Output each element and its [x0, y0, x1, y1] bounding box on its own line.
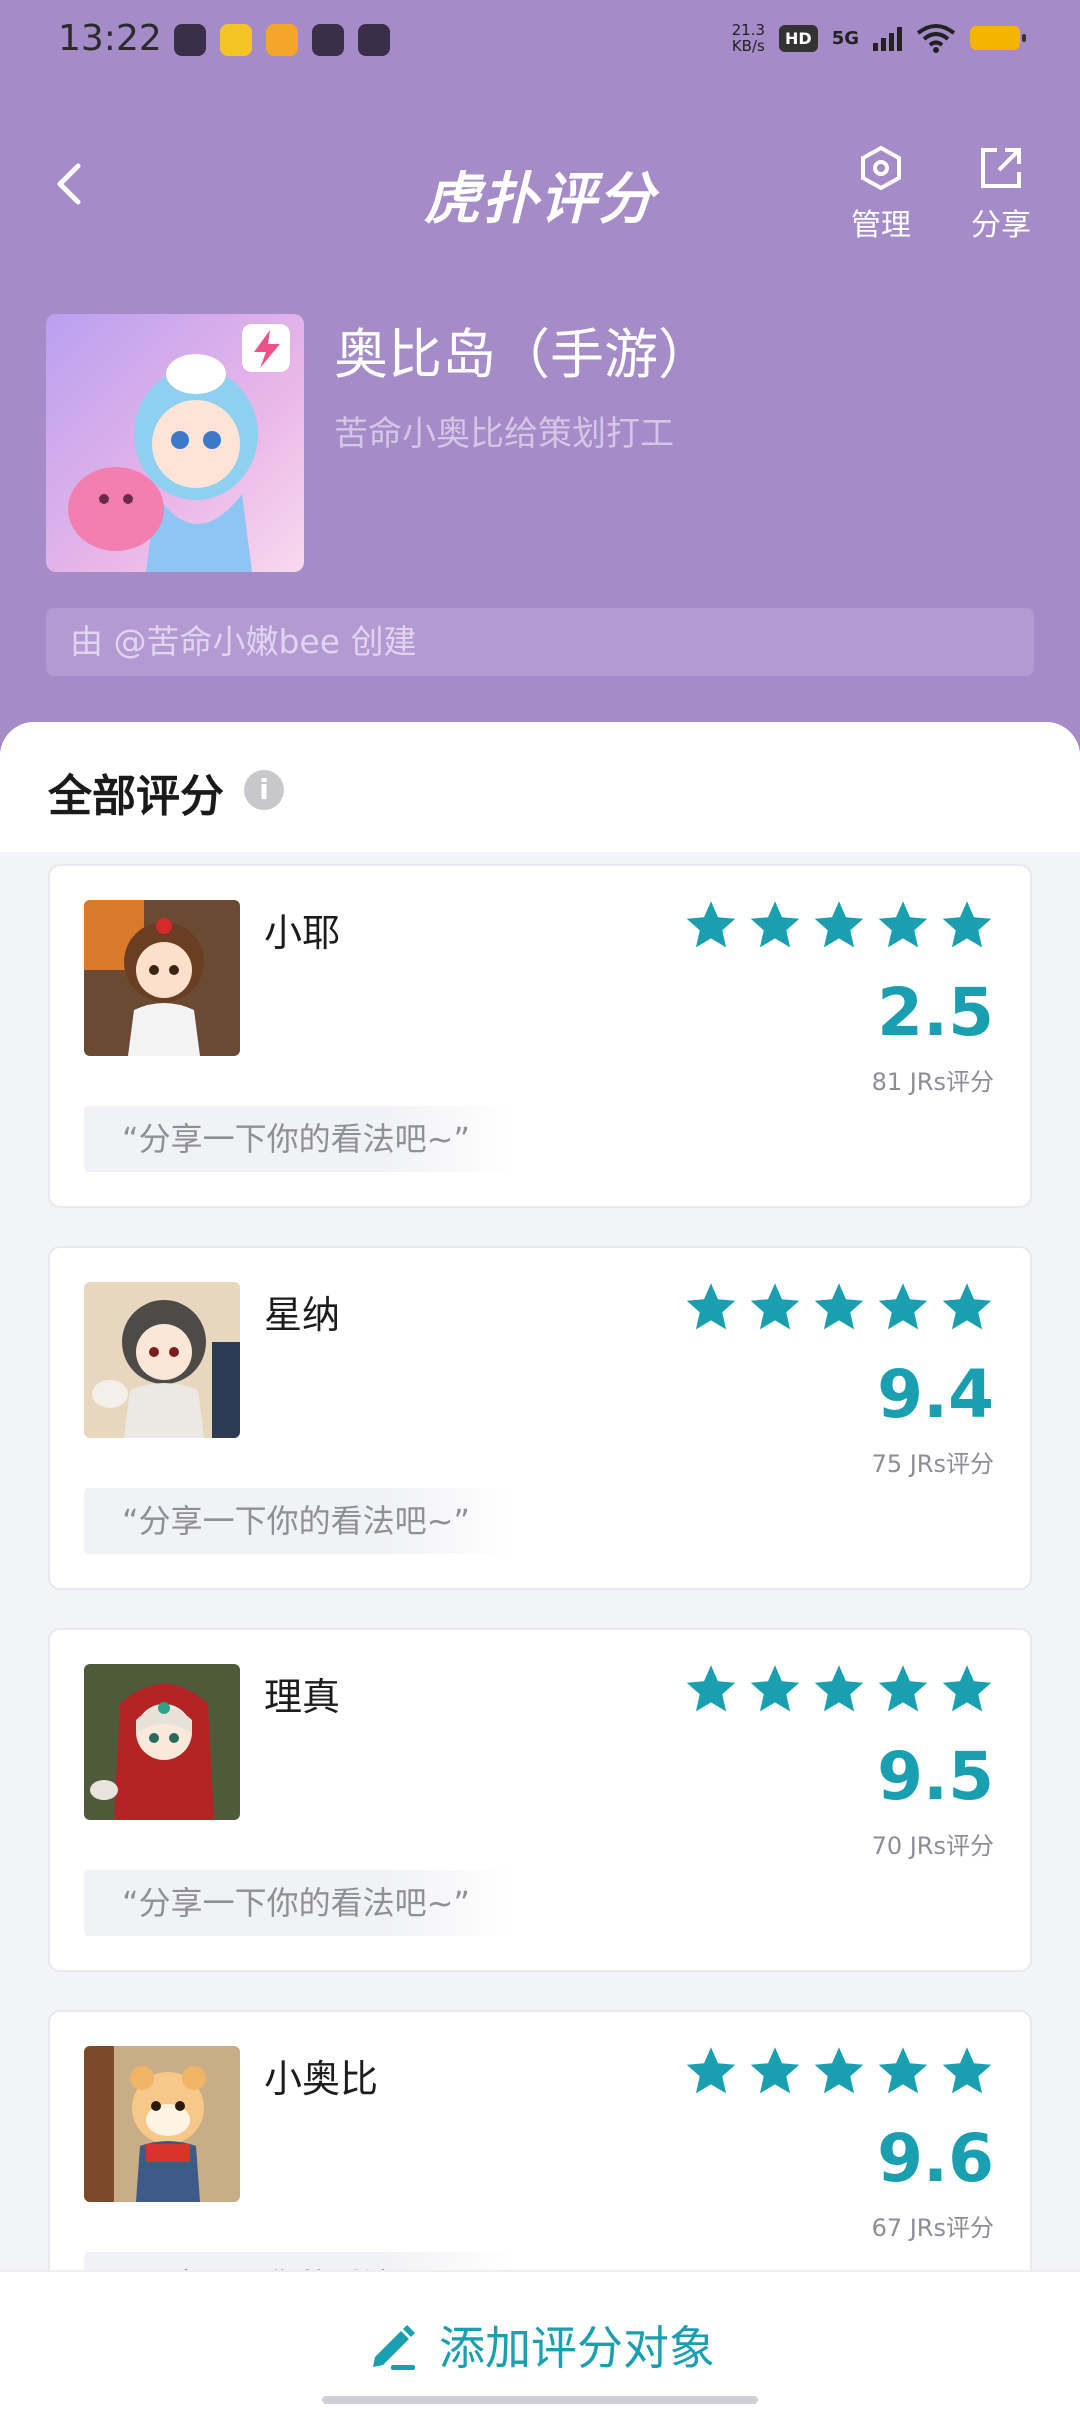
section-title: 全部评分: [48, 771, 224, 822]
star-icon: [686, 1665, 736, 1712]
capcut-icon: [312, 24, 344, 56]
network-speed: 21.3 KB/s: [731, 21, 766, 55]
settings-hexagon-icon: [861, 145, 901, 191]
star-icon: [750, 1283, 800, 1330]
character-avatar: [84, 1664, 240, 1820]
status-time: 13:22: [58, 18, 162, 59]
rating-card[interactable]: 理真 9.5 70 JRs评分 “分享一下你的看法吧~”: [48, 1628, 1032, 1972]
star-icon: [942, 1283, 992, 1330]
weibo-icon: [266, 24, 298, 56]
star-icon: [814, 1283, 864, 1330]
signal-icon: [873, 25, 902, 51]
edit-pen-icon: [373, 2325, 415, 2370]
add-rating-target-button[interactable]: 添加评分对象: [0, 2312, 1080, 2378]
character-name: 小耶: [264, 911, 341, 955]
section-header: 全部评分 i: [0, 722, 1080, 852]
header-banner: 13:22 21.3 KB/s HD 5G 虎扑评分 管理 分享 奥比岛（手游）…: [0, 0, 1080, 760]
star-rating: [684, 1282, 994, 1334]
star-icon: [814, 901, 864, 948]
comment-prompt[interactable]: “分享一下你的看法吧~”: [84, 1488, 514, 1554]
app-notification-icon: [358, 24, 390, 56]
star-icon: [686, 1283, 736, 1330]
character-name: 小奥比: [264, 2057, 379, 2101]
rating-count: 67 JRs评分: [871, 2214, 994, 2242]
app-notification-icon: [220, 24, 252, 56]
star-icon: [750, 2047, 800, 2094]
rating-count: 70 JRs评分: [871, 1832, 994, 1860]
status-app-icons: [174, 24, 390, 56]
star-icon: [878, 2047, 928, 2094]
game-cover-image: [46, 314, 304, 572]
game-title: 奥比岛（手游）: [334, 323, 712, 386]
star-icon: [942, 901, 992, 948]
star-icon: [814, 1665, 864, 1712]
character-name: 星纳: [264, 1293, 341, 1337]
hd-badge: HD: [779, 24, 818, 52]
star-icon: [942, 2047, 992, 2094]
star-icon: [942, 1665, 992, 1712]
star-rating: [684, 1664, 994, 1716]
star-icon: [878, 1283, 928, 1330]
wifi-icon: [916, 24, 956, 53]
star-icon: [686, 901, 736, 948]
rating-card[interactable]: 星纳 9.4 75 JRs评分 “分享一下你的看法吧~”: [48, 1246, 1032, 1590]
rating-score: 9.4: [877, 1356, 994, 1433]
bottom-action-bar: 添加评分对象: [0, 2270, 1080, 2410]
character-avatar: [84, 900, 240, 1056]
star-icon: [750, 1665, 800, 1712]
home-indicator: [322, 2396, 758, 2404]
character-avatar: [84, 2046, 240, 2202]
rating-score: 9.6: [877, 2120, 994, 2197]
rating-count: 81 JRs评分: [871, 1068, 994, 1096]
star-icon: [686, 2047, 736, 2094]
star-icon: [750, 901, 800, 948]
network-type: 5G: [831, 27, 859, 49]
status-bar: 13:22 21.3 KB/s HD 5G: [0, 0, 1080, 80]
manage-button[interactable]: 管理: [836, 144, 926, 244]
app-notification-icon: [174, 24, 206, 56]
character-avatar: [84, 1282, 240, 1438]
comment-prompt[interactable]: “分享一下你的看法吧~”: [84, 1870, 514, 1936]
star-icon: [814, 2047, 864, 2094]
star-icon: [878, 901, 928, 948]
battery-icon: [970, 26, 1026, 50]
game-subtitle: 苦命小奥比给策划打工: [334, 414, 674, 454]
character-name: 理真: [264, 1675, 341, 1719]
star-rating: [684, 2046, 994, 2098]
rating-score: 2.5: [877, 974, 994, 1051]
star-rating: [684, 900, 994, 952]
creator-note[interactable]: 由 @苦命小嫩bee 创建: [46, 608, 1034, 676]
rating-count: 75 JRs评分: [871, 1450, 994, 1478]
info-icon[interactable]: i: [244, 770, 284, 810]
rating-score: 9.5: [877, 1738, 994, 1815]
top-navigation: 虎扑评分 管理 分享: [0, 130, 1080, 250]
share-icon: [981, 148, 1021, 188]
comment-prompt[interactable]: “分享一下你的看法吧~”: [84, 1106, 514, 1172]
star-icon: [878, 1665, 928, 1712]
share-button[interactable]: 分享: [956, 144, 1046, 244]
status-indicators: 21.3 KB/s HD 5G: [731, 21, 1026, 55]
rating-card[interactable]: 小耶 2.5 81 JRs评分 “分享一下你的看法吧~”: [48, 864, 1032, 1208]
